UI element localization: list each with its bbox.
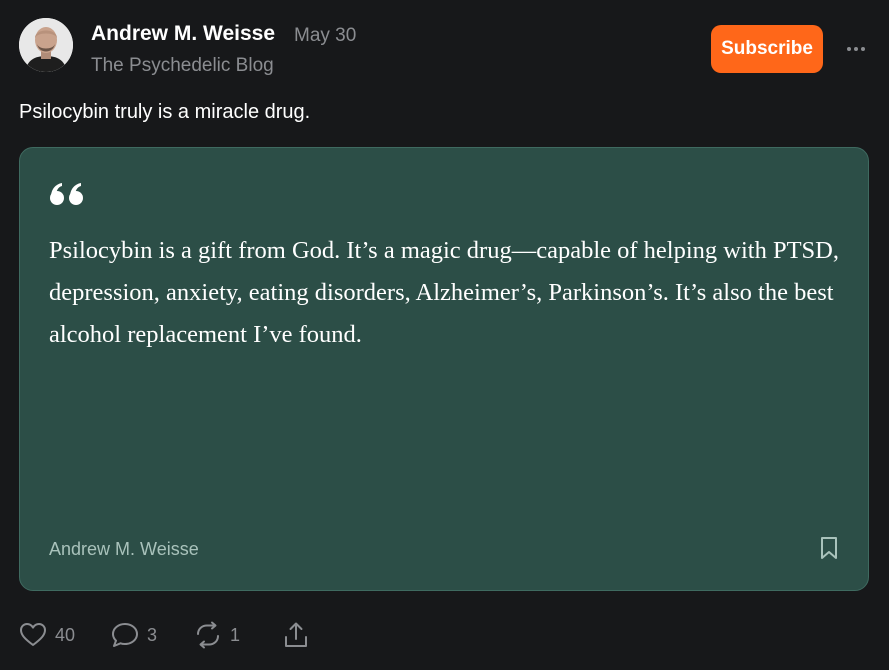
post-date[interactable]: May 30 <box>294 25 356 47</box>
author-name[interactable]: Andrew M. Weisse <box>91 22 275 46</box>
note-post: Andrew M. Weisse May 30 The Psychedelic … <box>0 0 889 670</box>
post-text: Psilocybin truly is a miracle drug. <box>19 101 311 123</box>
share-button[interactable] <box>283 620 309 650</box>
quote-body: Psilocybin is a gift from God. It’s a ma… <box>49 237 840 348</box>
quote-card[interactable]: Psilocybin is a gift from God. It’s a ma… <box>19 147 869 591</box>
restack-button[interactable]: 1 <box>194 620 240 650</box>
comment-icon <box>112 623 138 647</box>
comment-count: 3 <box>147 624 158 645</box>
avatar[interactable] <box>19 18 73 72</box>
quote-attribution: Andrew M. Weisse <box>49 539 199 559</box>
subscribe-button[interactable]: Subscribe <box>711 25 823 73</box>
restack-count: 1 <box>230 624 241 645</box>
bookmark-icon[interactable] <box>819 536 839 560</box>
share-icon <box>285 622 307 647</box>
more-options-button[interactable] <box>842 36 870 62</box>
comment-button[interactable]: 3 <box>111 620 157 650</box>
more-horizontal-icon <box>847 47 865 51</box>
restack-icon <box>197 621 219 649</box>
heart-icon <box>20 623 46 646</box>
publication-name[interactable]: The Psychedelic Blog <box>91 55 274 77</box>
avatar-photo <box>19 18 73 72</box>
like-button[interactable]: 40 <box>19 620 75 650</box>
like-count: 40 <box>55 624 76 645</box>
quote-mark-icon <box>49 182 85 211</box>
